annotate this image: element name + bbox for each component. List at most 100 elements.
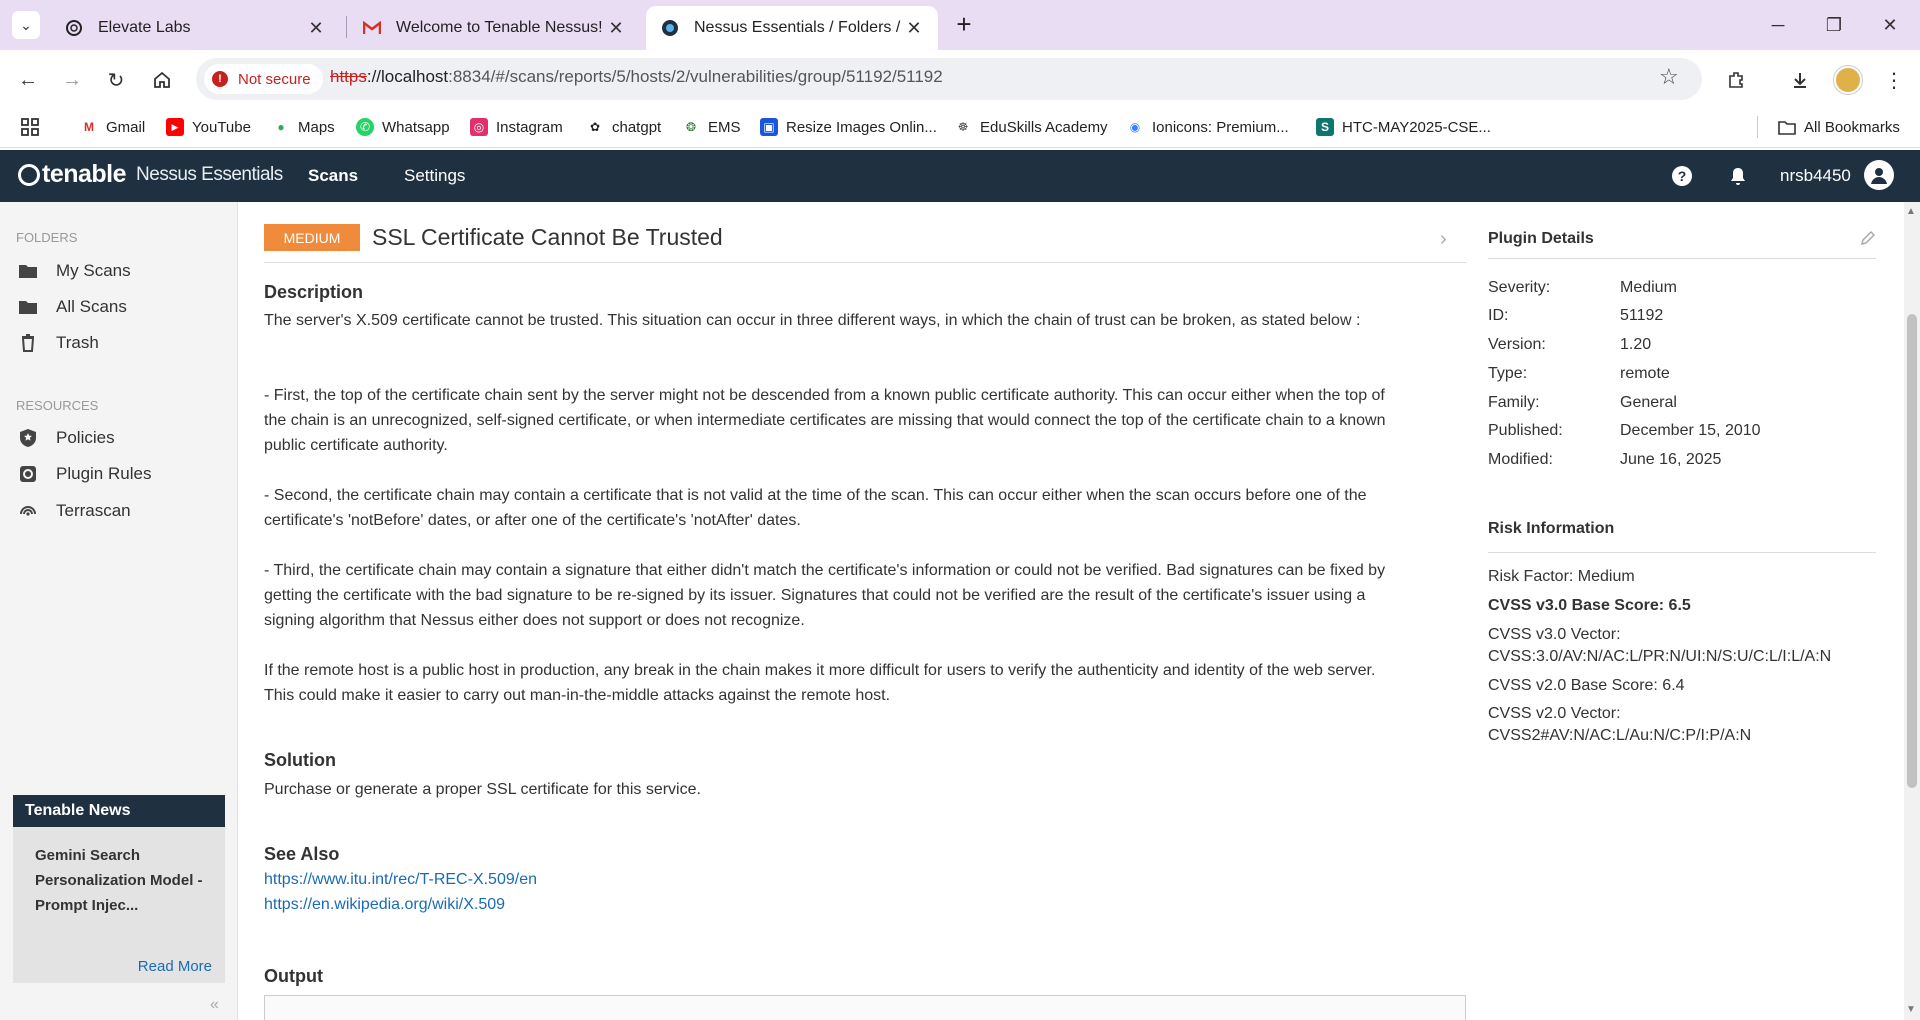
bookmark-ionicons[interactable]: ◉ Ionicons: Premium... [1126,114,1289,140]
youtube-icon: ▶ [166,118,184,136]
sidebar-item-all-scans[interactable]: All Scans [18,293,127,321]
gmail-icon: M [84,120,94,134]
collapse-sidebar-icon[interactable]: « [210,996,219,1014]
apps-grid-icon[interactable] [20,114,40,140]
tenable-news-widget: Tenable News Gemini Search Personalizati… [13,795,225,983]
description-paragraph: The server's X.509 certificate cannot be… [264,312,1361,329]
bookmark-separator [1757,116,1758,138]
tab-title: Welcome to Tenable Nessus! - r [396,19,606,36]
tab-elevate-labs[interactable]: Elevate Labs ✕ [50,6,340,50]
sidebar-item-policies[interactable]: Policies [18,424,115,452]
news-headline[interactable]: Gemini Search Personalization Model - Pr… [13,827,225,918]
bookmark-ems[interactable]: ❂ EMS [682,114,741,140]
bell-icon[interactable] [1726,164,1750,188]
profile-avatar[interactable] [1834,66,1862,94]
bookmark-resize-images[interactable]: ▣ Resize Images Onlin... [760,114,937,140]
htc-icon: S [1316,118,1334,136]
sidebar-item-terrascan[interactable]: Terrascan [18,497,131,525]
app-header [0,150,1920,202]
folders-heading: FOLDERS [16,230,78,245]
detail-value: 1.20 [1620,336,1652,353]
bookmark-instagram[interactable]: ◎ Instagram [470,114,563,140]
sidebar-item-my-scans[interactable]: My Scans [18,257,131,285]
scroll-down-icon[interactable]: ▼ [1906,1004,1916,1015]
bookmark-youtube[interactable]: ▶ YouTube [166,114,251,140]
risk-information-divider [1488,552,1876,553]
username[interactable]: nrsb4450 [1780,166,1851,186]
bookmark-maps[interactable]: ● Maps [272,114,334,140]
title-divider [264,262,1466,263]
output-box [264,995,1466,1020]
minimize-icon[interactable]: ─ [1754,8,1802,42]
bookmark-htc[interactable]: S HTC-MAY2025-CSE... [1316,114,1491,140]
new-tab-button[interactable]: + [950,11,978,39]
detail-value: December 15, 2010 [1620,422,1761,439]
ionicons-icon: ◉ [1129,120,1141,134]
see-also-heading: See Also [264,844,340,864]
severity-badge: MEDIUM [264,224,360,251]
download-icon[interactable] [1784,64,1816,96]
extensions-icon[interactable] [1720,64,1752,96]
nav-scans[interactable]: Scans [308,166,358,186]
edit-pencil-icon[interactable] [1860,230,1876,251]
tab-nessus-essentials[interactable]: Nessus Essentials / Folders / Vie ✕ [646,6,938,50]
cvss3-vector: CVSS:3.0/AV:N/AC:L/PR:N/UI:N/S:U/C:L/I:L… [1488,648,1832,665]
tab-search-button[interactable]: ⌄ [12,11,40,39]
scroll-up-icon[interactable]: ▲ [1906,206,1916,217]
url-scheme: https [330,67,367,86]
forward-arrow-icon[interactable]: → [56,64,88,96]
detail-label: ID: [1488,307,1509,324]
description-heading: Description [264,282,364,302]
scrollbar-thumb[interactable] [1907,314,1917,788]
tab-close-icon[interactable]: ✕ [606,18,626,39]
bookmark-eduskills[interactable]: ☸ EduSkills Academy [954,114,1108,140]
tenable-logo[interactable]: tenable Nessus Essentials [18,160,283,189]
description-paragraph: - Second, the certificate chain may cont… [264,487,1367,529]
bookmark-star-icon[interactable]: ☆ [1659,64,1679,90]
tab-close-icon[interactable]: ✕ [306,18,326,39]
more-menu-icon[interactable]: ⋮ [1878,64,1910,96]
user-avatar-icon[interactable] [1864,160,1894,190]
plugin-rules-icon [18,464,38,484]
reload-icon[interactable]: ↻ [100,64,132,96]
all-bookmarks[interactable]: All Bookmarks [1778,114,1900,140]
tab-tenable-welcome[interactable]: Welcome to Tenable Nessus! - r ✕ [348,6,640,50]
description-paragraph: - Third, the certificate chain may conta… [264,562,1386,629]
back-arrow-icon[interactable]: ← [12,64,44,96]
risk-factor: Risk Factor: Medium [1488,568,1635,585]
chevron-right-icon[interactable]: › [1440,228,1447,251]
sidebar-item-trash[interactable]: Trash [18,329,99,357]
solution-text: Purchase or generate a proper SSL certif… [264,781,701,798]
cvss2-vector: CVSS2#AV:N/AC:L/Au:N/C:P/I:P/A:N [1488,727,1752,744]
cvss2-vector-label: CVSS v2.0 Vector: [1488,705,1621,722]
folder-icon [18,261,38,281]
vulnerability-title: SSL Certificate Cannot Be Trusted [372,224,723,250]
bookmark-whatsapp[interactable]: ✆ Whatsapp [356,114,450,140]
sidebar-item-plugin-rules[interactable]: Plugin Rules [18,460,151,488]
security-chip[interactable]: ! Not secure [204,64,323,94]
url-path: :8834/#/scans/reports/5/hosts/2/vulnerab… [448,67,943,86]
map-pin-icon: ● [277,120,285,134]
restore-icon[interactable]: ❐ [1810,8,1858,42]
nav-settings[interactable]: Settings [404,166,465,186]
tab-close-icon[interactable]: ✕ [904,18,924,39]
output-heading: Output [264,966,323,986]
see-also-link[interactable]: https://www.itu.int/rec/T-REC-X.509/en [264,871,537,889]
detail-label: Severity: [1488,279,1551,296]
warning-icon: ! [212,71,228,87]
detail-value: remote [1620,365,1670,382]
news-heading: Tenable News [13,795,225,827]
security-chip-label: Not secure [238,70,311,88]
see-also-link[interactable]: https://en.wikipedia.org/wiki/X.509 [264,896,505,914]
bookmark-chatgpt[interactable]: ✿ chatgpt [586,114,661,140]
gmail-icon [362,18,382,38]
bookmark-gmail[interactable]: M Gmail [80,114,145,140]
url-text[interactable]: https://localhost:8834/#/scans/reports/5… [330,67,943,87]
instagram-icon: ◎ [470,118,488,136]
close-window-icon[interactable]: ✕ [1866,8,1914,42]
read-more-link[interactable]: Read More [138,958,212,975]
home-icon[interactable] [146,64,178,96]
help-icon[interactable]: ? [1672,166,1692,186]
detail-label: Modified: [1488,451,1553,468]
detail-label: Family: [1488,394,1540,411]
